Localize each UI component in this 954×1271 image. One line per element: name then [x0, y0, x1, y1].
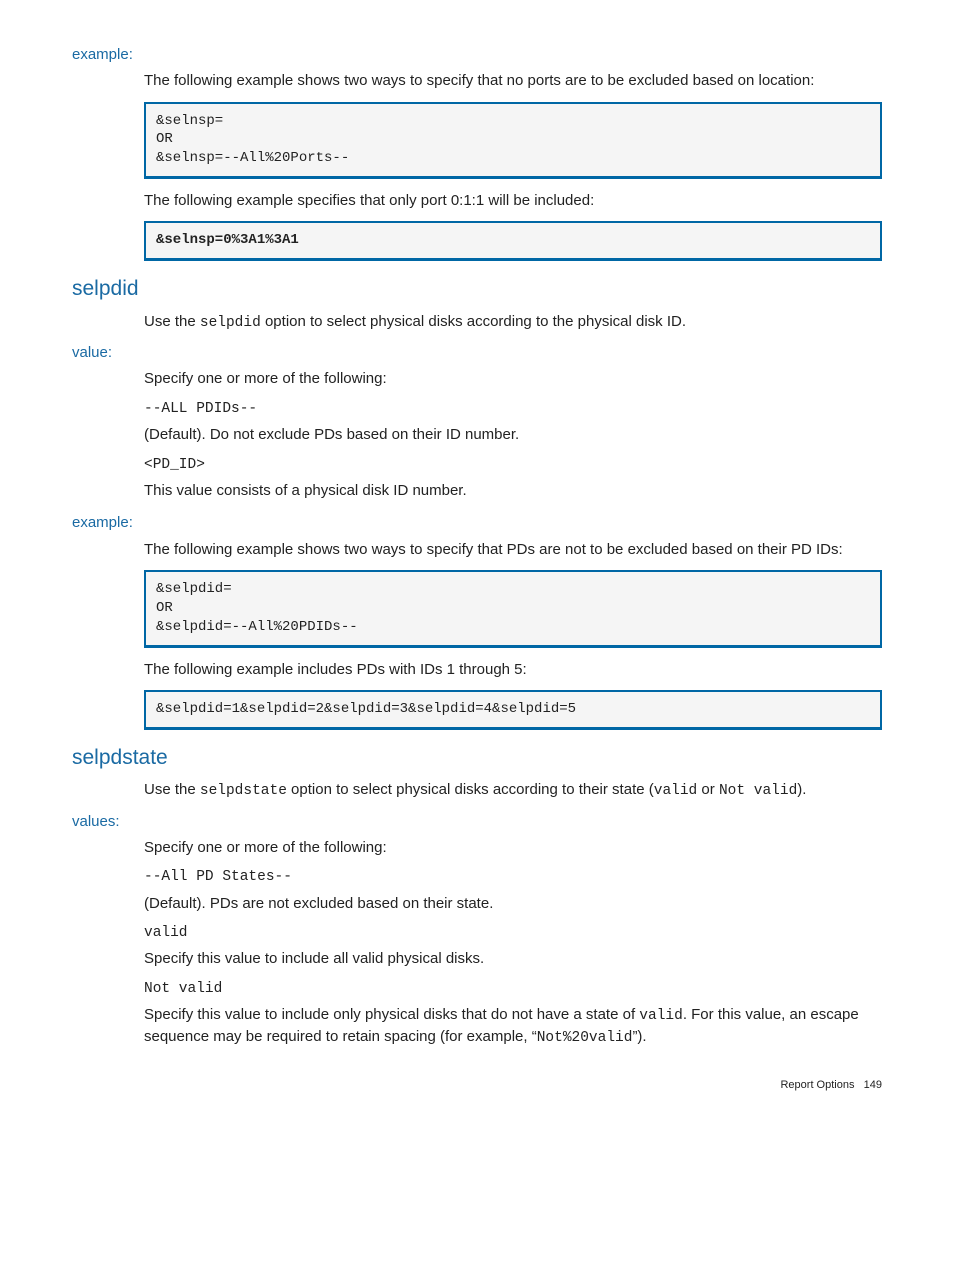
inline-code: Not valid: [719, 783, 797, 799]
paragraph: Specify one or more of the following:: [144, 369, 882, 389]
code-block: &selnsp= OR &selnsp=--All%20Ports--: [144, 102, 882, 180]
text: ).: [797, 781, 806, 798]
heading-example-1: example:: [72, 45, 882, 65]
text: option to select physical disks accordin…: [261, 313, 686, 330]
paragraph: This value consists of a physical disk I…: [144, 481, 882, 501]
code-line: Not valid: [144, 980, 882, 1000]
paragraph: Specify this value to include all valid …: [144, 949, 882, 969]
text: or: [697, 781, 719, 798]
inline-code: Not%20valid: [537, 1030, 633, 1046]
paragraph: Specify this value to include only physi…: [144, 1005, 882, 1048]
footer-label: Report Options: [780, 1079, 854, 1091]
paragraph: The following example specifies that onl…: [144, 191, 882, 211]
inline-code: selpdid: [200, 315, 261, 331]
paragraph: The following example shows two ways to …: [144, 71, 882, 91]
text: Use the: [144, 313, 200, 330]
inline-code: valid: [654, 783, 698, 799]
paragraph: Use the selpdid option to select physica…: [144, 312, 882, 334]
code-block: &selnsp=0%3A1%3A1: [144, 221, 882, 261]
heading-value: value:: [72, 343, 882, 363]
code-line: <PD_ID>: [144, 456, 882, 476]
text: option to select physical disks accordin…: [287, 781, 654, 798]
text: ”).: [632, 1028, 646, 1045]
paragraph: (Default). Do not exclude PDs based on t…: [144, 425, 882, 445]
paragraph: (Default). PDs are not excluded based on…: [144, 894, 882, 914]
heading-values: values:: [72, 812, 882, 832]
heading-example-2: example:: [72, 513, 882, 533]
heading-selpdid: selpdid: [72, 275, 882, 303]
paragraph: Use the selpdstate option to select phys…: [144, 780, 882, 802]
footer-page-number: 149: [864, 1079, 882, 1091]
code-block: &selpdid= OR &selpdid=--All%20PDIDs--: [144, 570, 882, 648]
paragraph: The following example shows two ways to …: [144, 540, 882, 560]
paragraph: The following example includes PDs with …: [144, 660, 882, 680]
code-line: --All PD States--: [144, 868, 882, 888]
text: Specify this value to include only physi…: [144, 1006, 639, 1023]
code-line: valid: [144, 924, 882, 944]
code-block: &selpdid=1&selpdid=2&selpdid=3&selpdid=4…: [144, 690, 882, 730]
heading-selpdstate: selpdstate: [72, 744, 882, 772]
text: Use the: [144, 781, 200, 798]
page-footer: Report Options 149: [72, 1078, 882, 1093]
paragraph: Specify one or more of the following:: [144, 838, 882, 858]
inline-code: valid: [639, 1008, 683, 1024]
code-line: --ALL PDIDs--: [144, 400, 882, 420]
inline-code: selpdstate: [200, 783, 287, 799]
